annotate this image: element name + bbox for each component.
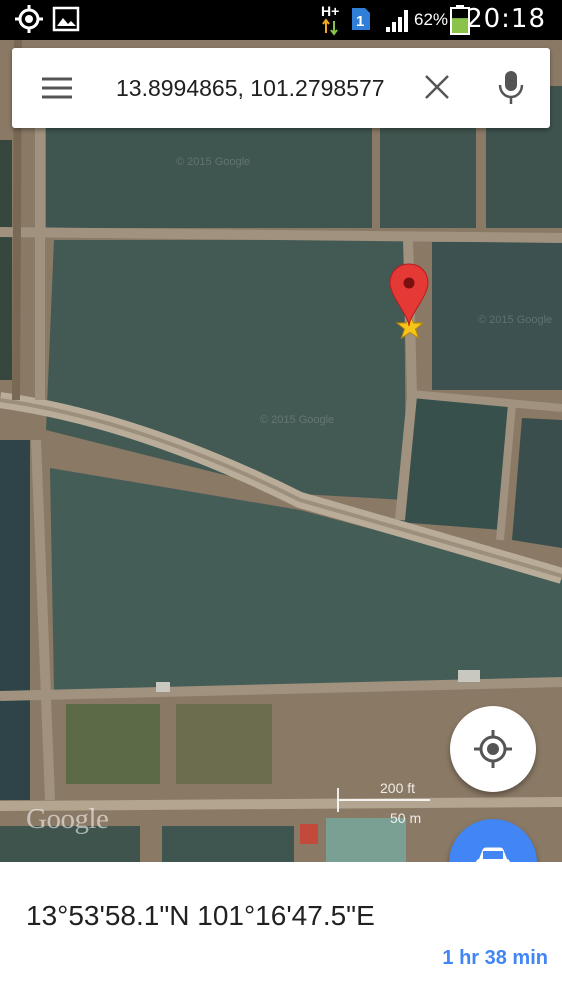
search-input[interactable] [116, 70, 426, 106]
field [66, 704, 160, 784]
fish-pond [0, 440, 30, 800]
svg-text:H+: H+ [321, 3, 339, 19]
building [156, 682, 170, 692]
map-watermark: © 2015 Google [260, 414, 335, 426]
scale-imperial-label: 200 ft [380, 780, 416, 796]
menu-icon [42, 77, 72, 99]
my-location-button[interactable] [450, 706, 536, 792]
clear-search-button[interactable] [422, 72, 452, 102]
data-hplus-icon: H+ [320, 2, 344, 41]
travel-time[interactable]: 1 hr 38 min [442, 947, 548, 970]
building [300, 824, 318, 844]
signal-icon [384, 6, 412, 39]
map-watermark: © 2015 Google [478, 314, 553, 326]
menu-button[interactable] [38, 70, 78, 106]
place-coordinates: 13°53'58.1"N 101°16'47.5"E [26, 900, 375, 931]
status-bar: H+ 1 62% 20:18 [0, 0, 562, 40]
field [176, 704, 272, 784]
mic-icon [498, 71, 524, 104]
my-location-icon [474, 730, 512, 768]
fish-pond [398, 396, 512, 530]
sim1-icon: 1 [350, 6, 372, 37]
fish-pond [0, 140, 12, 380]
google-attribution: Google [26, 803, 109, 835]
close-icon [425, 75, 449, 99]
place-info-sheet[interactable]: 13°53'58.1"N 101°16'47.5"E 1 hr 38 min [0, 862, 562, 1000]
gps-icon [14, 4, 44, 39]
map-watermark: © 2015 Google [176, 156, 251, 168]
image-icon [52, 6, 80, 37]
status-time: 20:18 [466, 4, 546, 34]
search-bar [12, 48, 550, 128]
fish-pond [162, 826, 294, 862]
svg-text:1: 1 [356, 13, 364, 30]
battery-percent: 62% [414, 10, 449, 29]
building [458, 670, 480, 682]
field [282, 700, 450, 788]
scale-metric-label: 50 m [390, 810, 422, 826]
voice-search-button[interactable] [496, 68, 526, 108]
